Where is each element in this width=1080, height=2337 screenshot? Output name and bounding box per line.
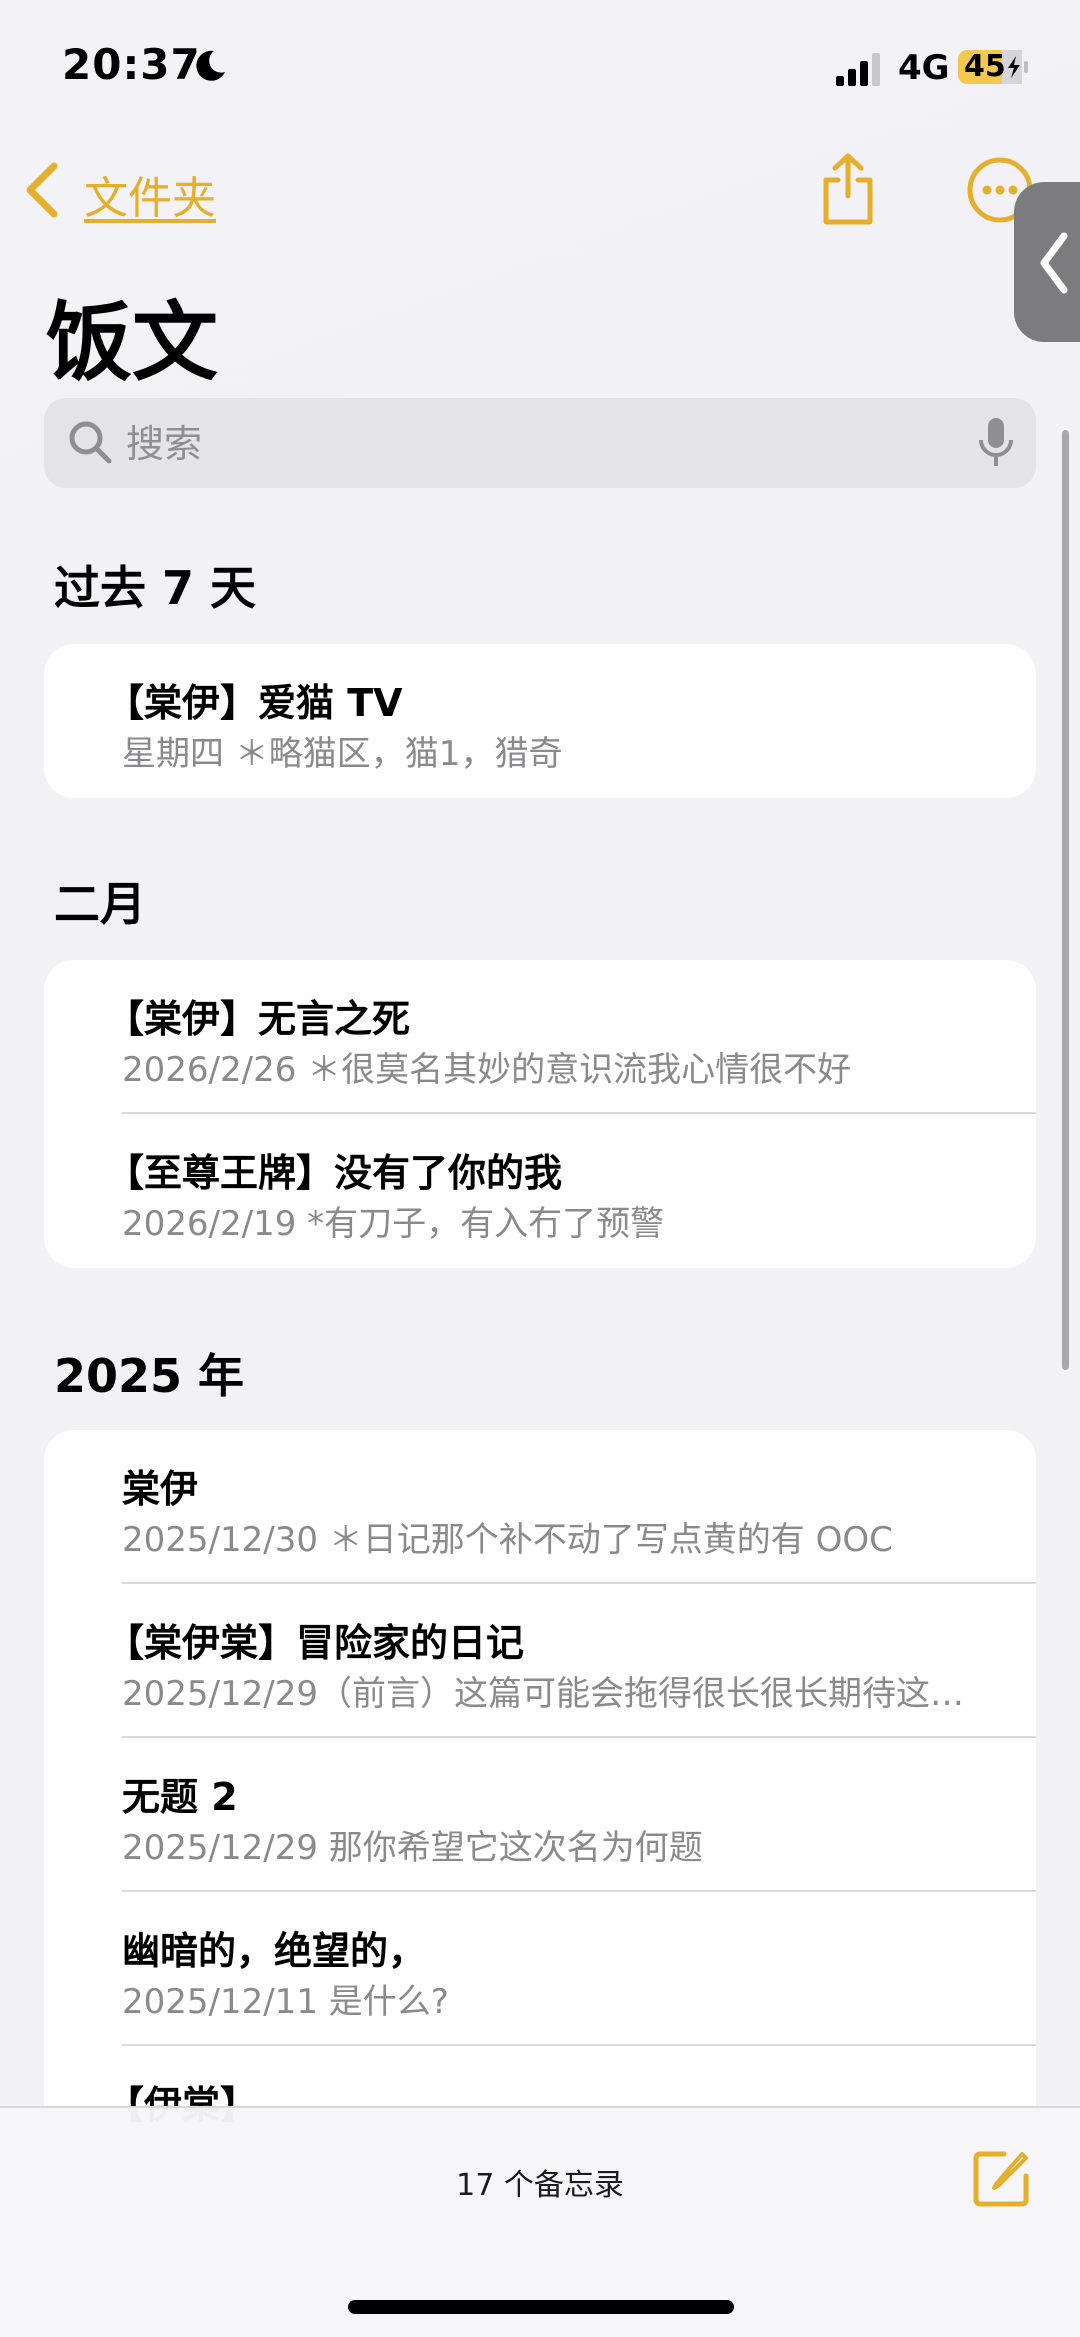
note-title: 【棠伊】爱猫 TV [106, 681, 403, 725]
note-title: 【棠伊】无言之死 [106, 997, 411, 1041]
scrollbar[interactable] [1062, 430, 1069, 1370]
chevron-left-icon[interactable] [22, 160, 62, 220]
note-row[interactable]: 棠伊 2025/12/30 ＊日记那个补不动了写点黄的有 OOC [44, 1430, 1036, 1584]
note-detail: 2025/12/29 那你希望它这次名为何题 [122, 1828, 703, 1868]
note-detail: 2025/12/29（前言）这篇可能会拖得很长很长期待这… [122, 1674, 964, 1714]
status-bar: 20:37 4G 45 [0, 0, 1080, 130]
section-title-2025: 2025 年 [54, 1349, 245, 1403]
note-detail: 2025/12/11 是什么? [122, 1982, 449, 2022]
home-indicator[interactable] [348, 2300, 734, 2314]
microphone-icon[interactable] [978, 416, 1014, 470]
section-title-recent: 过去 7 天 [54, 561, 257, 615]
note-detail: 2025/12/30 ＊日记那个补不动了写点黄的有 OOC [122, 1520, 893, 1560]
note-title: 棠伊 [122, 1467, 199, 1511]
note-title: 无题 2 [122, 1775, 238, 1819]
notes-group-2025: 棠伊 2025/12/30 ＊日记那个补不动了写点黄的有 OOC 【棠伊棠】冒险… [44, 1430, 1036, 2150]
cellular-signal-icon [836, 53, 880, 86]
compose-icon[interactable] [972, 2148, 1032, 2208]
notes-group-recent: 【棠伊】爱猫 TV 星期四 ＊略猫区，猫1，猎奇 [44, 644, 1036, 798]
note-row[interactable]: 【至尊王牌】没有了你的我 2026/2/19 *有刀子，有入冇了预警 [44, 1114, 1036, 1268]
note-title: 【至尊王牌】没有了你的我 [106, 1151, 563, 1195]
note-row[interactable]: 无题 2 2025/12/29 那你希望它这次名为何题 [44, 1738, 1036, 1892]
note-row[interactable]: 【棠伊】爱猫 TV 星期四 ＊略猫区，猫1，猎奇 [44, 644, 1036, 798]
battery-level: 45 [964, 49, 1006, 84]
note-detail: 2026/2/26 ＊很莫名其妙的意识流我心情很不好 [122, 1050, 852, 1090]
note-count: 17 个备忘录 [456, 2168, 624, 2203]
back-button[interactable]: 文件夹 [84, 162, 216, 226]
note-row[interactable]: 【棠伊棠】冒险家的日记 2025/12/29（前言）这篇可能会拖得很长很长期待这… [44, 1584, 1036, 1738]
search-input[interactable] [124, 412, 928, 476]
share-icon[interactable] [818, 152, 878, 226]
section-title-february: 二月 [54, 877, 146, 931]
search-bar[interactable] [44, 398, 1036, 488]
notes-folder-screen: 20:37 4G 45 文件夹 饭文 搜索 过去 7 天 【棠伊】爱猫 TV 星… [0, 0, 1080, 2337]
status-time: 20:37 [62, 40, 201, 89]
note-detail: 星期四 ＊略猫区，猫1，猎奇 [122, 734, 563, 774]
note-row[interactable]: 【棠伊】无言之死 2026/2/26 ＊很莫名其妙的意识流我心情很不好 [44, 960, 1036, 1114]
note-detail: 2026/2/19 *有刀子，有入冇了预警 [122, 1204, 665, 1244]
side-panel-handle[interactable] [1014, 182, 1080, 342]
network-type: 4G [898, 48, 950, 88]
note-row[interactable]: 幽暗的，绝望的， 2025/12/11 是什么? [44, 1892, 1036, 2046]
page-title: 饭文 [46, 293, 218, 393]
note-title: 幽暗的，绝望的， [122, 1929, 427, 1973]
search-icon [69, 421, 112, 464]
note-title: 【棠伊棠】冒险家的日记 [106, 1621, 525, 1665]
chevron-left-icon [1040, 232, 1068, 294]
moon-icon [196, 50, 225, 81]
notes-group-february: 【棠伊】无言之死 2026/2/26 ＊很莫名其妙的意识流我心情很不好 【至尊王… [44, 960, 1036, 1268]
battery-indicator: 45 [958, 48, 1030, 86]
